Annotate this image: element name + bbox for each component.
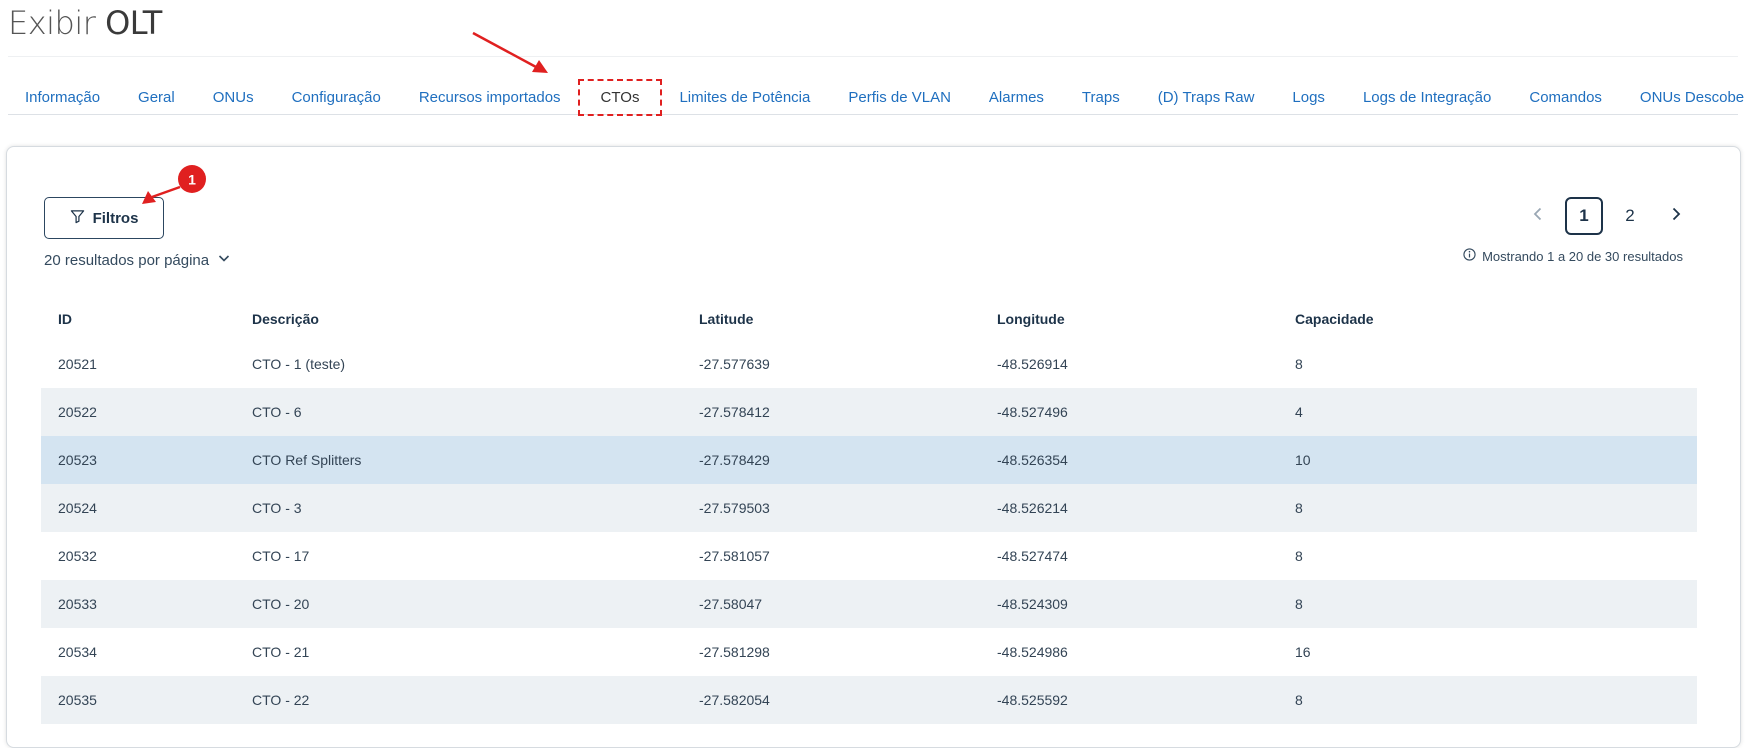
table-cell: -27.581298	[699, 644, 770, 660]
results-summary: Mostrando 1 a 20 de 30 resultados	[1463, 248, 1683, 264]
table-cell: -27.577639	[699, 356, 770, 372]
table-cell: CTO - 6	[235, 388, 682, 436]
table-cell: CTO - 22	[235, 676, 682, 724]
table-cell: CTO - 17	[252, 548, 310, 564]
tab-recursos-importados[interactable]: Recursos importados	[419, 85, 561, 110]
tab-traps[interactable]: Traps	[1082, 85, 1120, 110]
table-cell: CTO - 1 (teste)	[252, 356, 346, 372]
page-title-light: Exibir	[8, 4, 96, 42]
column-header-latitude[interactable]: Latitude	[682, 298, 980, 340]
table-cell: 20535	[41, 676, 235, 724]
column-header-descricao[interactable]: Descrição	[235, 298, 682, 340]
table-cell: 20524	[41, 484, 235, 532]
table-cell: -27.581057	[699, 548, 770, 564]
table-row[interactable]: 20521 CTO - 1 (teste) -27.577639 -48.526914…	[41, 340, 1697, 388]
table-cell: 8	[1278, 676, 1697, 724]
tab-limites-de-potencia[interactable]: Limites de Potência	[679, 85, 810, 110]
table-cell: CTO - 21	[252, 644, 310, 660]
results-summary-text: Mostrando 1 a 20 de 30 resultados	[1482, 248, 1683, 264]
tab-informacao[interactable]: Informação	[25, 85, 100, 110]
table-cell: -48.526914	[997, 356, 1068, 372]
table-cell: 8	[1278, 484, 1697, 532]
table-cell: 20532	[58, 548, 97, 564]
tab-d-traps-raw[interactable]: (D) Traps Raw	[1158, 85, 1255, 110]
filter-icon	[70, 209, 85, 228]
tab-ctos[interactable]: CTOs	[577, 78, 663, 116]
table-cell: CTO - 20	[235, 580, 682, 628]
tab-perfis-de-vlan[interactable]: Perfis de VLAN	[848, 85, 951, 110]
chevron-down-icon	[217, 251, 231, 269]
table-cell: 20522	[41, 388, 235, 436]
table-cell: 8	[1295, 356, 1303, 372]
table-cell: 20523	[41, 436, 235, 484]
column-header-capacidade[interactable]: Capacidade	[1278, 298, 1697, 340]
table-cell: 8	[1295, 548, 1303, 564]
table-cell: -27.58047	[682, 580, 980, 628]
table-cell: -48.527496	[980, 388, 1278, 436]
tab-alarmes[interactable]: Alarmes	[989, 85, 1044, 110]
table-cell: -48.527474	[997, 548, 1068, 564]
tab-configuracao[interactable]: Configuração	[292, 85, 381, 110]
tab-logs[interactable]: Logs	[1292, 85, 1325, 110]
table-cell: 20521	[58, 356, 97, 372]
page-title: Exibir OLT	[8, 4, 162, 42]
tab-bar: Informação Geral ONUs Configuração Recursos …	[8, 78, 1745, 116]
filters-button[interactable]: Filtros	[44, 197, 164, 239]
chevron-left-icon	[1531, 206, 1545, 227]
filters-button-label: Filtros	[92, 209, 139, 227]
table-cell: 10	[1278, 436, 1697, 484]
page-1-button[interactable]: 1	[1565, 197, 1603, 235]
page-2-button[interactable]: 2	[1611, 197, 1649, 235]
table-cell: -27.578412	[682, 388, 980, 436]
table-cell: 4	[1278, 388, 1697, 436]
table-cell: -48.526354	[980, 436, 1278, 484]
pagination: 1 2	[1519, 197, 1695, 235]
table-cell: -48.524986	[997, 644, 1068, 660]
table-row[interactable]: 20532 CTO - 17 -27.581057 -48.527474 8	[41, 532, 1697, 580]
table-cell: 20533	[41, 580, 235, 628]
table-cell: -48.526214	[980, 484, 1278, 532]
table-row[interactable]: 20533 CTO - 20 -27.58047 -48.524309 8	[41, 580, 1697, 628]
table-cell: CTO - 3	[235, 484, 682, 532]
per-page-label: 20 resultados por página	[44, 251, 210, 269]
tab-onus-descobertas[interactable]: ONUs Descobertas	[1640, 85, 1745, 110]
table-cell: 8	[1278, 580, 1697, 628]
tab-comandos[interactable]: Comandos	[1529, 85, 1602, 110]
title-divider	[8, 56, 1738, 57]
table-row[interactable]: 20522 CTO - 6 -27.578412 -48.527496 4	[41, 388, 1697, 436]
per-page-dropdown[interactable]: 20 resultados por página	[44, 251, 231, 269]
table-row[interactable]: 20534 CTO - 21 -27.581298 -48.524986 16	[41, 628, 1697, 676]
table-row[interactable]: 20523 CTO Ref Splitters -27.578429 -48.5263…	[41, 436, 1697, 484]
table-row[interactable]: 20524 CTO - 3 -27.579503 -48.526214 8	[41, 484, 1697, 532]
column-header-longitude[interactable]: Longitude	[980, 298, 1278, 340]
info-icon	[1463, 248, 1476, 264]
table-header-row: ID Descrição Latitude Longitude Capacida…	[41, 298, 1697, 340]
table-cell: CTO Ref Splitters	[235, 436, 682, 484]
table-cell: -27.582054	[682, 676, 980, 724]
table-cell: -48.525592	[980, 676, 1278, 724]
table-cell: -27.579503	[682, 484, 980, 532]
chevron-right-icon	[1669, 206, 1683, 227]
table-row[interactable]: 20535 CTO - 22 -27.582054 -48.525592 8	[41, 676, 1697, 724]
tab-onus[interactable]: ONUs	[213, 85, 254, 110]
table-cell: -48.524309	[980, 580, 1278, 628]
previous-page-button[interactable]	[1519, 197, 1557, 235]
column-header-id[interactable]: ID	[41, 298, 235, 340]
table-cell: 16	[1295, 644, 1311, 660]
ctos-table: ID Descrição Latitude Longitude Capacida…	[41, 298, 1697, 724]
table-cell: 20534	[58, 644, 97, 660]
tab-geral[interactable]: Geral	[138, 85, 175, 110]
page-title-bold: OLT	[105, 4, 162, 42]
next-page-button[interactable]	[1657, 197, 1695, 235]
annotation-arrow-ctos	[472, 31, 548, 73]
table-cell: -27.578429	[682, 436, 980, 484]
tab-logs-de-integracao[interactable]: Logs de Integração	[1363, 85, 1491, 110]
